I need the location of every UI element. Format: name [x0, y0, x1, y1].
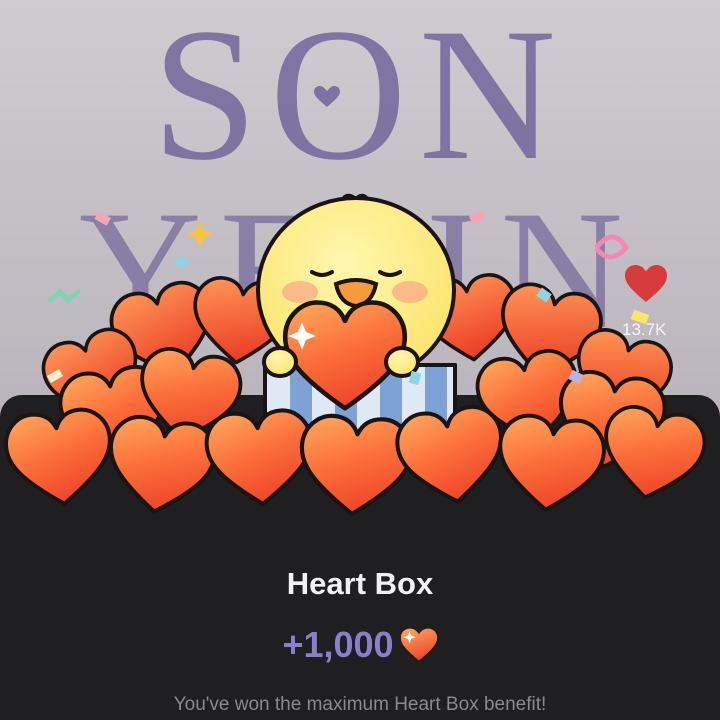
heart-front-4 [297, 414, 413, 518]
heart-icon [400, 628, 437, 661]
heart-front-7 [594, 400, 711, 508]
heart-front-3 [202, 406, 317, 510]
reward-row: +1,000 [0, 624, 720, 666]
popup-title: Heart Box [286, 566, 434, 601]
reward-message: You've won the maximum Heart Box benefit… [173, 694, 547, 715]
heart-box-illustration [1, 193, 711, 521]
heart-front-6 [491, 410, 609, 518]
reward-amount: +1,000 [282, 624, 394, 665]
heart-front-1 [1, 404, 119, 512]
heart-front-2 [100, 411, 221, 521]
heart-front-5 [391, 401, 512, 511]
